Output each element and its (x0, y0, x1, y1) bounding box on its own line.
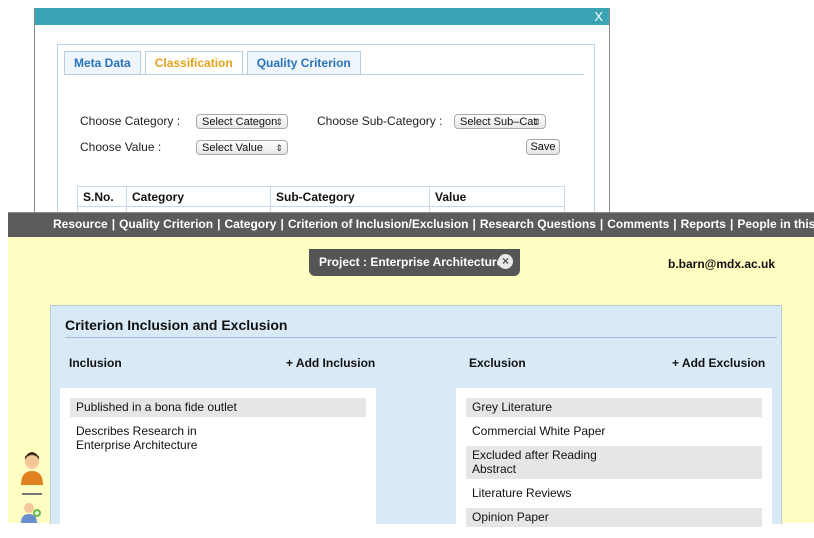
side-icon-strip (0, 445, 44, 523)
table-header-value: Value (429, 186, 565, 207)
choose-subcategory-label: Choose Sub-Category : (317, 114, 443, 128)
classification-dialog: X Meta Data Classification Quality Crite… (34, 8, 610, 231)
list-item-text: Excluded after Reading Abstract (472, 448, 597, 476)
nav-separator: | (472, 217, 476, 231)
dialog-titlebar: X (35, 8, 609, 25)
people-icon[interactable] (20, 501, 44, 523)
list-item[interactable]: Describes Research in Enterprise Archite… (70, 422, 232, 455)
list-item[interactable]: Grey Literature (466, 398, 762, 417)
list-item[interactable]: Opinion Paper (466, 508, 762, 527)
list-item[interactable]: Commercial White Paper (466, 422, 762, 441)
list-item[interactable]: Literature Reviews (466, 484, 762, 503)
nav-separator: | (111, 217, 116, 231)
project-label: Project : Enterprise Architecture (319, 255, 504, 269)
nav-separator: | (729, 217, 734, 231)
inclusion-header: Inclusion (69, 356, 122, 370)
panel-divider (65, 337, 777, 338)
tab-quality-criterion[interactable]: Quality Criterion (246, 51, 361, 74)
list-item[interactable]: Excluded after Reading Abstract (466, 446, 762, 479)
table-header-subcategory: Sub-Category (270, 186, 430, 207)
subcategory-select[interactable]: Select Sub–Cat ⇕ (454, 114, 546, 129)
dialog-close-button[interactable]: X (594, 8, 603, 25)
tab-underline (64, 74, 584, 75)
main-content: Project : Enterprise Architecture × b.ba… (8, 237, 814, 538)
value-select[interactable]: Select Value ⇕ (196, 140, 288, 155)
nav-research-questions[interactable]: Research Questions (480, 217, 596, 231)
main-nav-bar: Resource | Quality Criterion | Category | Crit… (8, 212, 814, 238)
nav-criterion-inclusion-exclusion[interactable]: Criterion of Inclusion/Exclusion (288, 217, 469, 231)
select-arrows-icon: ⇕ (275, 117, 283, 127)
criterion-panel: Criterion Inclusion and Exclusion Inclus… (50, 305, 782, 538)
nav-reports[interactable]: Reports (681, 217, 726, 231)
subcategory-select-value: Select Sub–Cat (460, 116, 537, 128)
user-email: b.barn@mdx.ac.uk (668, 257, 776, 271)
category-select-value: Select Categon (202, 116, 278, 128)
tab-classification[interactable]: Classification (144, 51, 243, 75)
exclusion-list: Grey Literature Commercial White Paper E… (456, 388, 772, 538)
close-project-icon[interactable]: × (498, 254, 513, 269)
choose-value-label: Choose Value : (80, 140, 162, 154)
nav-category[interactable]: Category (224, 217, 276, 231)
exclusion-header: Exclusion (469, 356, 526, 370)
side-divider (22, 493, 42, 495)
project-badge: Project : Enterprise Architecture × (309, 249, 520, 276)
tab-meta-data[interactable]: Meta Data (64, 51, 141, 74)
select-arrows-icon: ⇕ (533, 117, 541, 127)
dialog-content: Meta Data Classification Quality Criteri… (57, 44, 595, 231)
table-header-sno: S.No. (77, 186, 127, 207)
value-select-value: Select Value (202, 142, 263, 154)
nav-separator: | (280, 217, 284, 231)
category-select[interactable]: Select Categon ⇕ (196, 114, 288, 129)
table-header-category: Category (126, 186, 271, 207)
choose-category-label: Choose Category : (80, 114, 181, 128)
nav-separator: | (599, 217, 604, 231)
table-header-row: S.No. Category Sub-Category Value (77, 186, 565, 207)
add-exclusion-link[interactable]: + Add Exclusion (672, 356, 765, 370)
add-inclusion-link[interactable]: + Add Inclusion (286, 356, 375, 370)
panel-title: Criterion Inclusion and Exclusion (65, 317, 288, 333)
select-arrows-icon: ⇕ (275, 143, 283, 153)
tab-bar: Meta Data Classification Quality Criteri… (64, 51, 365, 75)
user-avatar-icon[interactable] (20, 451, 44, 485)
nav-separator: | (673, 217, 677, 231)
nav-resource[interactable]: Resource (53, 217, 108, 231)
inclusion-list: Published in a bona fide outlet Describe… (60, 388, 376, 538)
nav-people-in-project[interactable]: People in this Projec (737, 217, 814, 231)
nav-comments[interactable]: Comments (607, 217, 669, 231)
save-button[interactable]: Save (526, 139, 560, 155)
nav-separator: | (217, 217, 221, 231)
list-item[interactable]: Published in a bona fide outlet (70, 398, 366, 417)
nav-quality-criterion[interactable]: Quality Criterion (119, 217, 213, 231)
